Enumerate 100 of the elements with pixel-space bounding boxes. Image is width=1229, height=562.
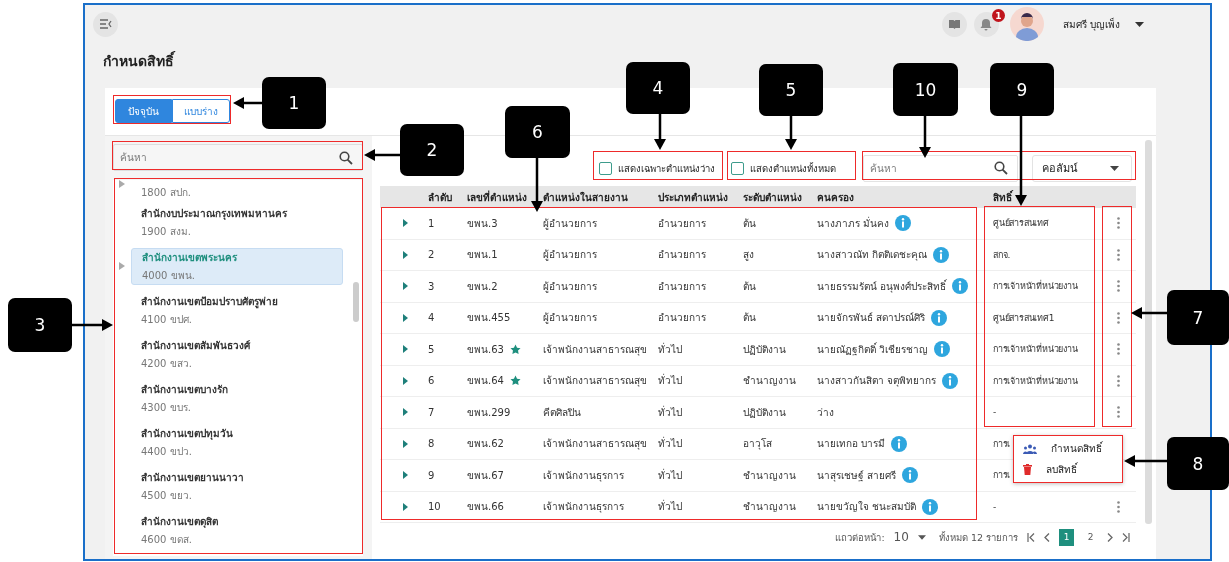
info-icon[interactable] xyxy=(933,246,950,263)
org-name: สำนักงานเขตป้อมปราบศัตรูพ่าย xyxy=(141,294,279,309)
table-cell: การเจ้าหน้าที่หน่วยงาน xyxy=(993,279,1078,294)
info-icon[interactable] xyxy=(895,215,912,232)
table-cell-text: ทั่วไป xyxy=(658,436,683,452)
caret-icon[interactable] xyxy=(1135,21,1144,27)
table-cell-text: เจ้าพนักงานธุรการ xyxy=(543,500,625,515)
org-list-item[interactable]: สำนักงานเขตสัมพันธวงศ์ 4200 ขสว. xyxy=(131,332,343,376)
version-tab[interactable]: แบบร่าง xyxy=(172,99,230,123)
more-options-icon[interactable] xyxy=(1116,406,1120,419)
page-button[interactable]: 2 xyxy=(1083,528,1098,546)
table-cell-text: เจ้าพนักงานธุรการ xyxy=(543,468,625,483)
search-icon[interactable] xyxy=(994,161,1008,175)
table-cell-text: ชำนาญงาน xyxy=(743,500,797,515)
org-list-item[interactable]: สำนักงบประมาณกรุงเทพมหานคร 1900 สงม. xyxy=(131,200,343,244)
table-cell-text: การเ xyxy=(993,437,1011,451)
expand-row-icon[interactable] xyxy=(403,408,408,417)
org-list-item[interactable]: สำนักงานเขตพระนคร 4000 ขพน. xyxy=(131,247,343,285)
info-icon[interactable] xyxy=(931,309,948,326)
page-button[interactable]: 1 xyxy=(1059,528,1074,546)
callout-label: 3 xyxy=(8,298,72,352)
checkbox-label: แสดงตำแหน่งทั้งหมด xyxy=(750,161,836,176)
table-cell-text: การเจ้าหน้าที่หน่วยงาน xyxy=(993,374,1078,388)
more-options-icon[interactable] xyxy=(1116,343,1120,356)
search-icon[interactable] xyxy=(339,150,353,165)
table-cell-text: สกจ. xyxy=(993,248,1011,262)
search-field[interactable]: ค้นหา xyxy=(863,154,1018,182)
org-list-item[interactable]: สำนักงานเขตป้อมปราบศัตรูพ่าย 4100 ขปศ. xyxy=(131,288,343,332)
previous-page-icon[interactable] xyxy=(1044,532,1050,542)
expand-row-icon[interactable] xyxy=(403,250,408,259)
callout-arrow xyxy=(233,97,262,109)
caret-icon[interactable] xyxy=(917,534,926,540)
org-list-item[interactable]: สำนักงานเขตดุสิต 4600 ขดส. xyxy=(131,508,343,552)
table-cell-text: เจ้าพนักงานสาธารณสุข xyxy=(543,374,648,389)
org-code: 4500 ขยว. xyxy=(141,488,193,503)
more-options-icon[interactable] xyxy=(1116,374,1120,387)
more-options-icon[interactable] xyxy=(1116,311,1120,324)
expand-row-icon[interactable] xyxy=(403,439,408,448)
checkbox-icon[interactable] xyxy=(731,161,744,175)
table-cell-text: ว่าง xyxy=(817,405,834,420)
org-list-item[interactable]: 1800 สปก. xyxy=(131,180,343,200)
more-options-icon[interactable] xyxy=(1116,217,1120,230)
more-options-icon[interactable] xyxy=(1116,500,1120,513)
info-icon[interactable] xyxy=(922,498,939,515)
info-icon[interactable] xyxy=(934,341,951,358)
scrollbar-track[interactable] xyxy=(1145,140,1152,524)
expand-row-icon[interactable] xyxy=(403,471,408,480)
expand-triangle-icon[interactable] xyxy=(119,180,125,188)
menu-item[interactable]: ลบสิทธิ์ xyxy=(1023,462,1123,477)
star-icon xyxy=(509,343,521,355)
info-icon[interactable] xyxy=(902,467,919,484)
org-list-item[interactable]: สำนักงานเขตปทุมวัน 4400 ขปว. xyxy=(131,420,343,464)
table-cell-text: ขพน.66 xyxy=(467,500,504,515)
version-tab[interactable]: ปัจจุบัน xyxy=(115,99,172,123)
table-cell-text: ศูนย์สารสนเทศ xyxy=(993,217,1049,231)
expand-row-icon[interactable] xyxy=(403,345,408,354)
next-page-icon[interactable] xyxy=(1107,532,1113,542)
total-count: ทั้งหมด 12 รายการ xyxy=(938,530,1018,545)
info-icon[interactable] xyxy=(891,435,908,452)
search-field[interactable]: ค้นหา xyxy=(113,144,363,171)
org-code: 1900 สงม. xyxy=(141,224,192,239)
last-page-icon[interactable] xyxy=(1122,532,1130,542)
table-cell-text: ผู้อำนวยการ xyxy=(543,216,598,231)
info-icon[interactable] xyxy=(952,278,969,295)
table-cell-text: ขพน.64 xyxy=(467,374,504,389)
menu-collapse-icon[interactable] xyxy=(93,11,118,37)
table-cell-text: อำนวยการ xyxy=(658,216,707,231)
org-name: สำนักงานเขตพระนคร xyxy=(142,250,238,265)
expand-row-icon[interactable] xyxy=(403,502,408,511)
table-cell: นายธรรมรัตน์ อนุพงศ์ประสิทธิ์ xyxy=(817,278,947,294)
table-cell: นางภาภร มั่นคง xyxy=(817,215,890,231)
column-dropdown[interactable]: คอลัมน์ xyxy=(1032,154,1132,182)
expand-row-icon[interactable] xyxy=(403,313,408,322)
star-icon xyxy=(509,375,521,387)
first-page-icon[interactable] xyxy=(1027,532,1035,542)
table-cell-text: ขพน.455 xyxy=(467,311,511,326)
expand-triangle-icon[interactable] xyxy=(119,262,125,270)
book-icon[interactable] xyxy=(941,11,967,37)
expand-row-icon[interactable] xyxy=(403,282,408,291)
table-cell-text: คีตศิลปิน xyxy=(543,405,582,420)
table-cell-text: ผู้อำนวยการ xyxy=(543,248,598,263)
table-cell-text: ต้น xyxy=(743,279,757,294)
table-cell-text: ศูนย์สารสนเทศ1 xyxy=(993,311,1055,325)
expand-row-icon[interactable] xyxy=(403,219,408,228)
callout-label: 1 xyxy=(262,77,326,129)
user-name[interactable]: สมศรี บุญเพ็ง xyxy=(1062,16,1120,32)
user-avatar-icon[interactable] xyxy=(1009,7,1044,41)
checkbox-icon[interactable] xyxy=(599,161,612,175)
scrollbar-thumb[interactable] xyxy=(353,282,359,322)
table-cell-text: สูง xyxy=(743,248,755,263)
org-list-item[interactable]: สำนักงานเขตบางรัก 4300 ขบร. xyxy=(131,376,343,420)
rows-per-page-select[interactable]: 10 xyxy=(893,530,909,544)
info-icon[interactable] xyxy=(942,372,959,389)
menu-item[interactable]: กำหนดสิทธิ์ xyxy=(1023,441,1123,456)
more-options-icon[interactable] xyxy=(1116,248,1120,261)
org-list-item[interactable]: สำนักงานเขตยานนาวา 4500 ขยว. xyxy=(131,464,343,508)
more-options-icon[interactable] xyxy=(1116,280,1120,293)
expand-row-icon[interactable] xyxy=(403,376,408,385)
notification-bell-icon[interactable] xyxy=(973,11,999,37)
org-name: สำนักงานเขตยานนาวา xyxy=(141,470,245,485)
